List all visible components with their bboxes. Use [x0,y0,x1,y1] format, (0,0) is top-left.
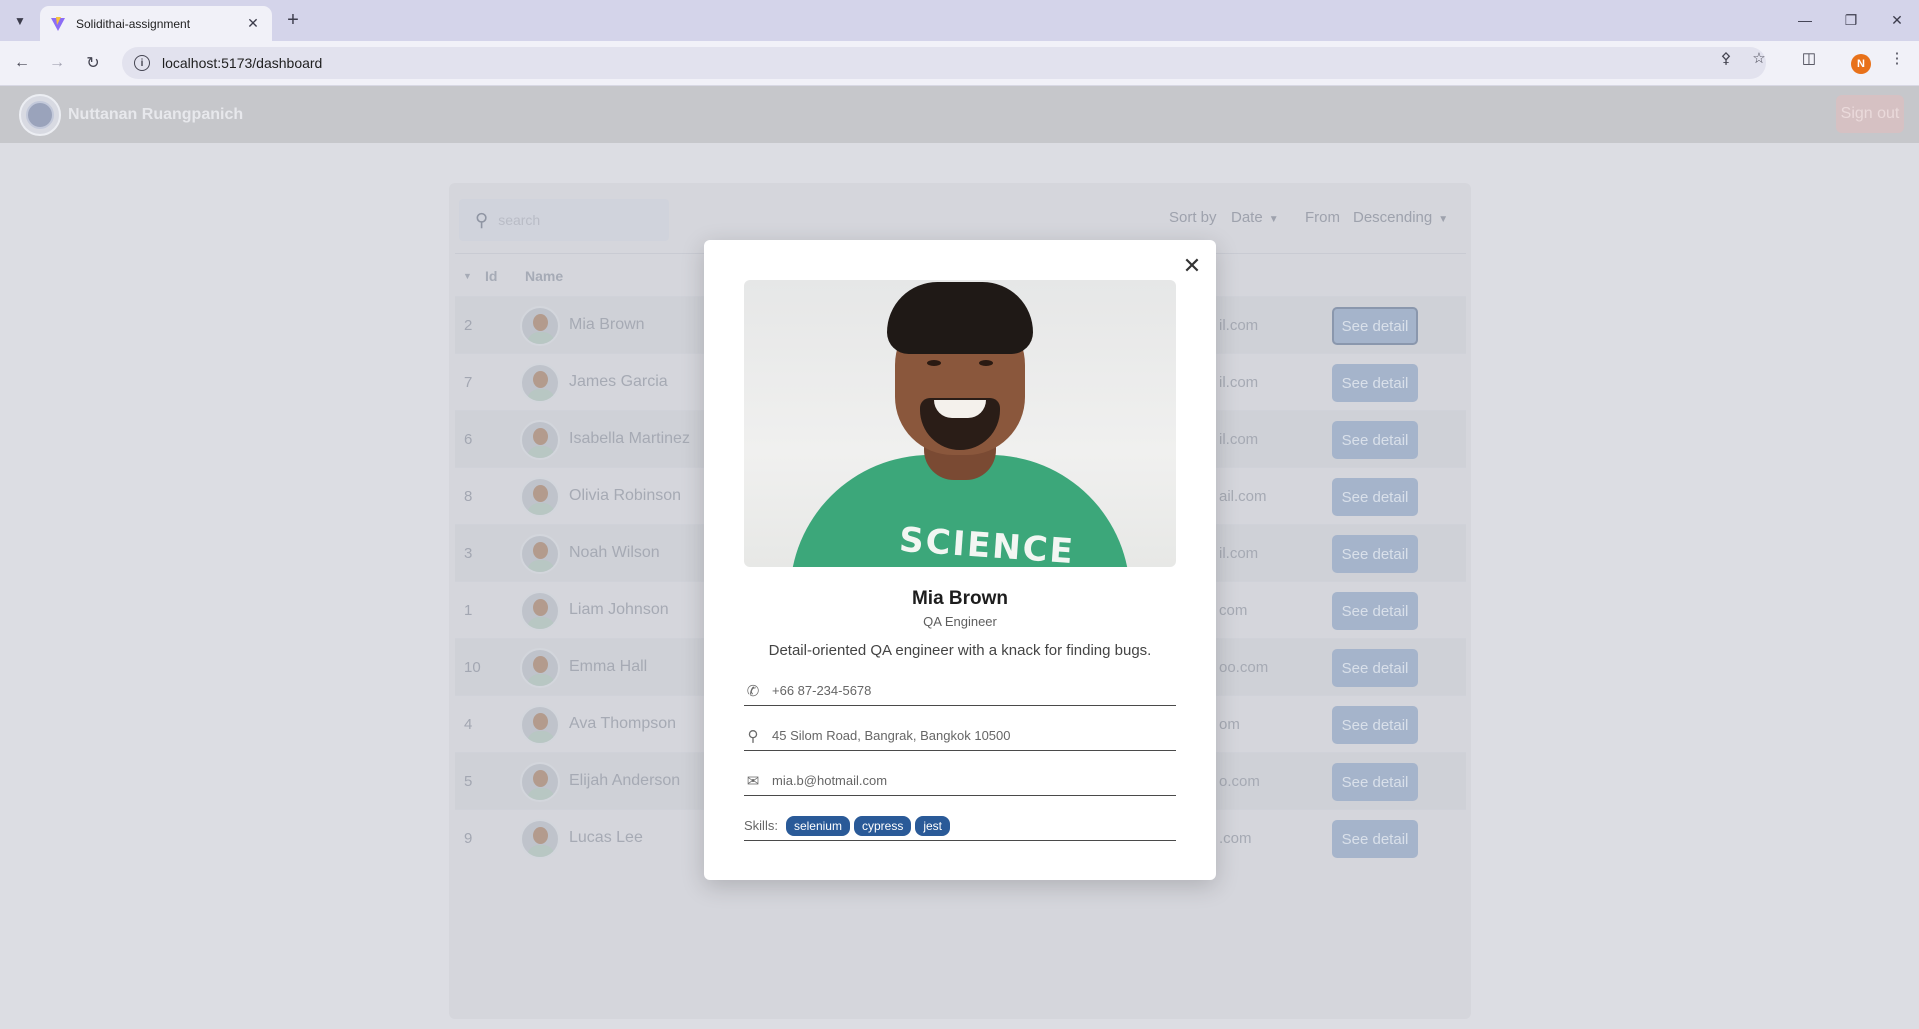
skill-chip: selenium [785,815,850,836]
phone-field: ✆ +66 87-234-5678 [744,676,1176,706]
new-tab-icon[interactable]: + [281,8,305,32]
reload-icon[interactable]: ↻ [81,51,105,75]
window-close-icon[interactable]: ✕ [1882,8,1912,32]
skills-label: Skills: [744,818,778,833]
browser-toolbar: ← → ↻ i localhost:5173/dashboard ⚴ ☆ ◫ N… [0,41,1919,86]
minimize-icon[interactable]: — [1790,8,1820,32]
profile-photo: SCIENCE [744,280,1176,567]
bookmark-star-icon[interactable]: ☆ [1748,47,1770,69]
address-bar[interactable]: i localhost:5173/dashboard [122,47,1766,79]
profile-role: QA Engineer [923,614,997,629]
mail-icon: ✉ [746,772,760,790]
location-pin-icon: ⚲ [747,727,759,745]
email-field: ✉ mia.b@hotmail.com [744,766,1176,796]
phone-icon: ✆ [746,682,760,700]
extensions-icon[interactable]: ◫ [1798,47,1820,69]
profile-bio: Detail-oriented QA engineer with a knack… [768,642,1152,659]
back-icon[interactable]: ← [10,51,34,75]
tab-search-chevron-icon[interactable]: ▼ [8,9,32,33]
restore-icon[interactable]: ❐ [1836,8,1866,32]
site-info-icon[interactable]: i [134,55,150,71]
tab-title: Solidithai-assignment [76,16,191,31]
tab-close-icon[interactable]: ✕ [244,15,262,32]
password-key-icon[interactable]: ⚴ [1715,47,1737,69]
skill-chip: jest [915,815,951,836]
address-field: ⚲ 45 Silom Road, Bangrak, Bangkok 10500 [744,721,1176,751]
close-icon[interactable]: ✕ [1180,253,1204,278]
skill-chip: cypress [853,815,912,836]
email-value: mia.b@hotmail.com [772,773,888,788]
browser-tab[interactable]: Solidithai-assignment ✕ [40,6,272,41]
browser-tab-strip: ▼ Solidithai-assignment ✕ + — ❐ ✕ [0,0,1919,41]
profile-name: Mia Brown [911,588,1009,609]
address-value: 45 Silom Road, Bangrak, Bangkok 10500 [772,728,1011,743]
forward-icon[interactable]: → [45,51,69,75]
profile-avatar[interactable]: N [1851,54,1871,74]
skills-field: Skills: selenium cypress jest [744,811,1176,841]
url-text: localhost:5173/dashboard [162,55,323,71]
vite-favicon-icon [51,16,65,31]
employee-detail-modal: ✕ SCIENCE Mia Brown QA Engineer Detail-o… [704,240,1216,880]
phone-value: +66 87-234-5678 [772,683,872,698]
browser-menu-icon[interactable]: ⋮ [1886,47,1908,69]
